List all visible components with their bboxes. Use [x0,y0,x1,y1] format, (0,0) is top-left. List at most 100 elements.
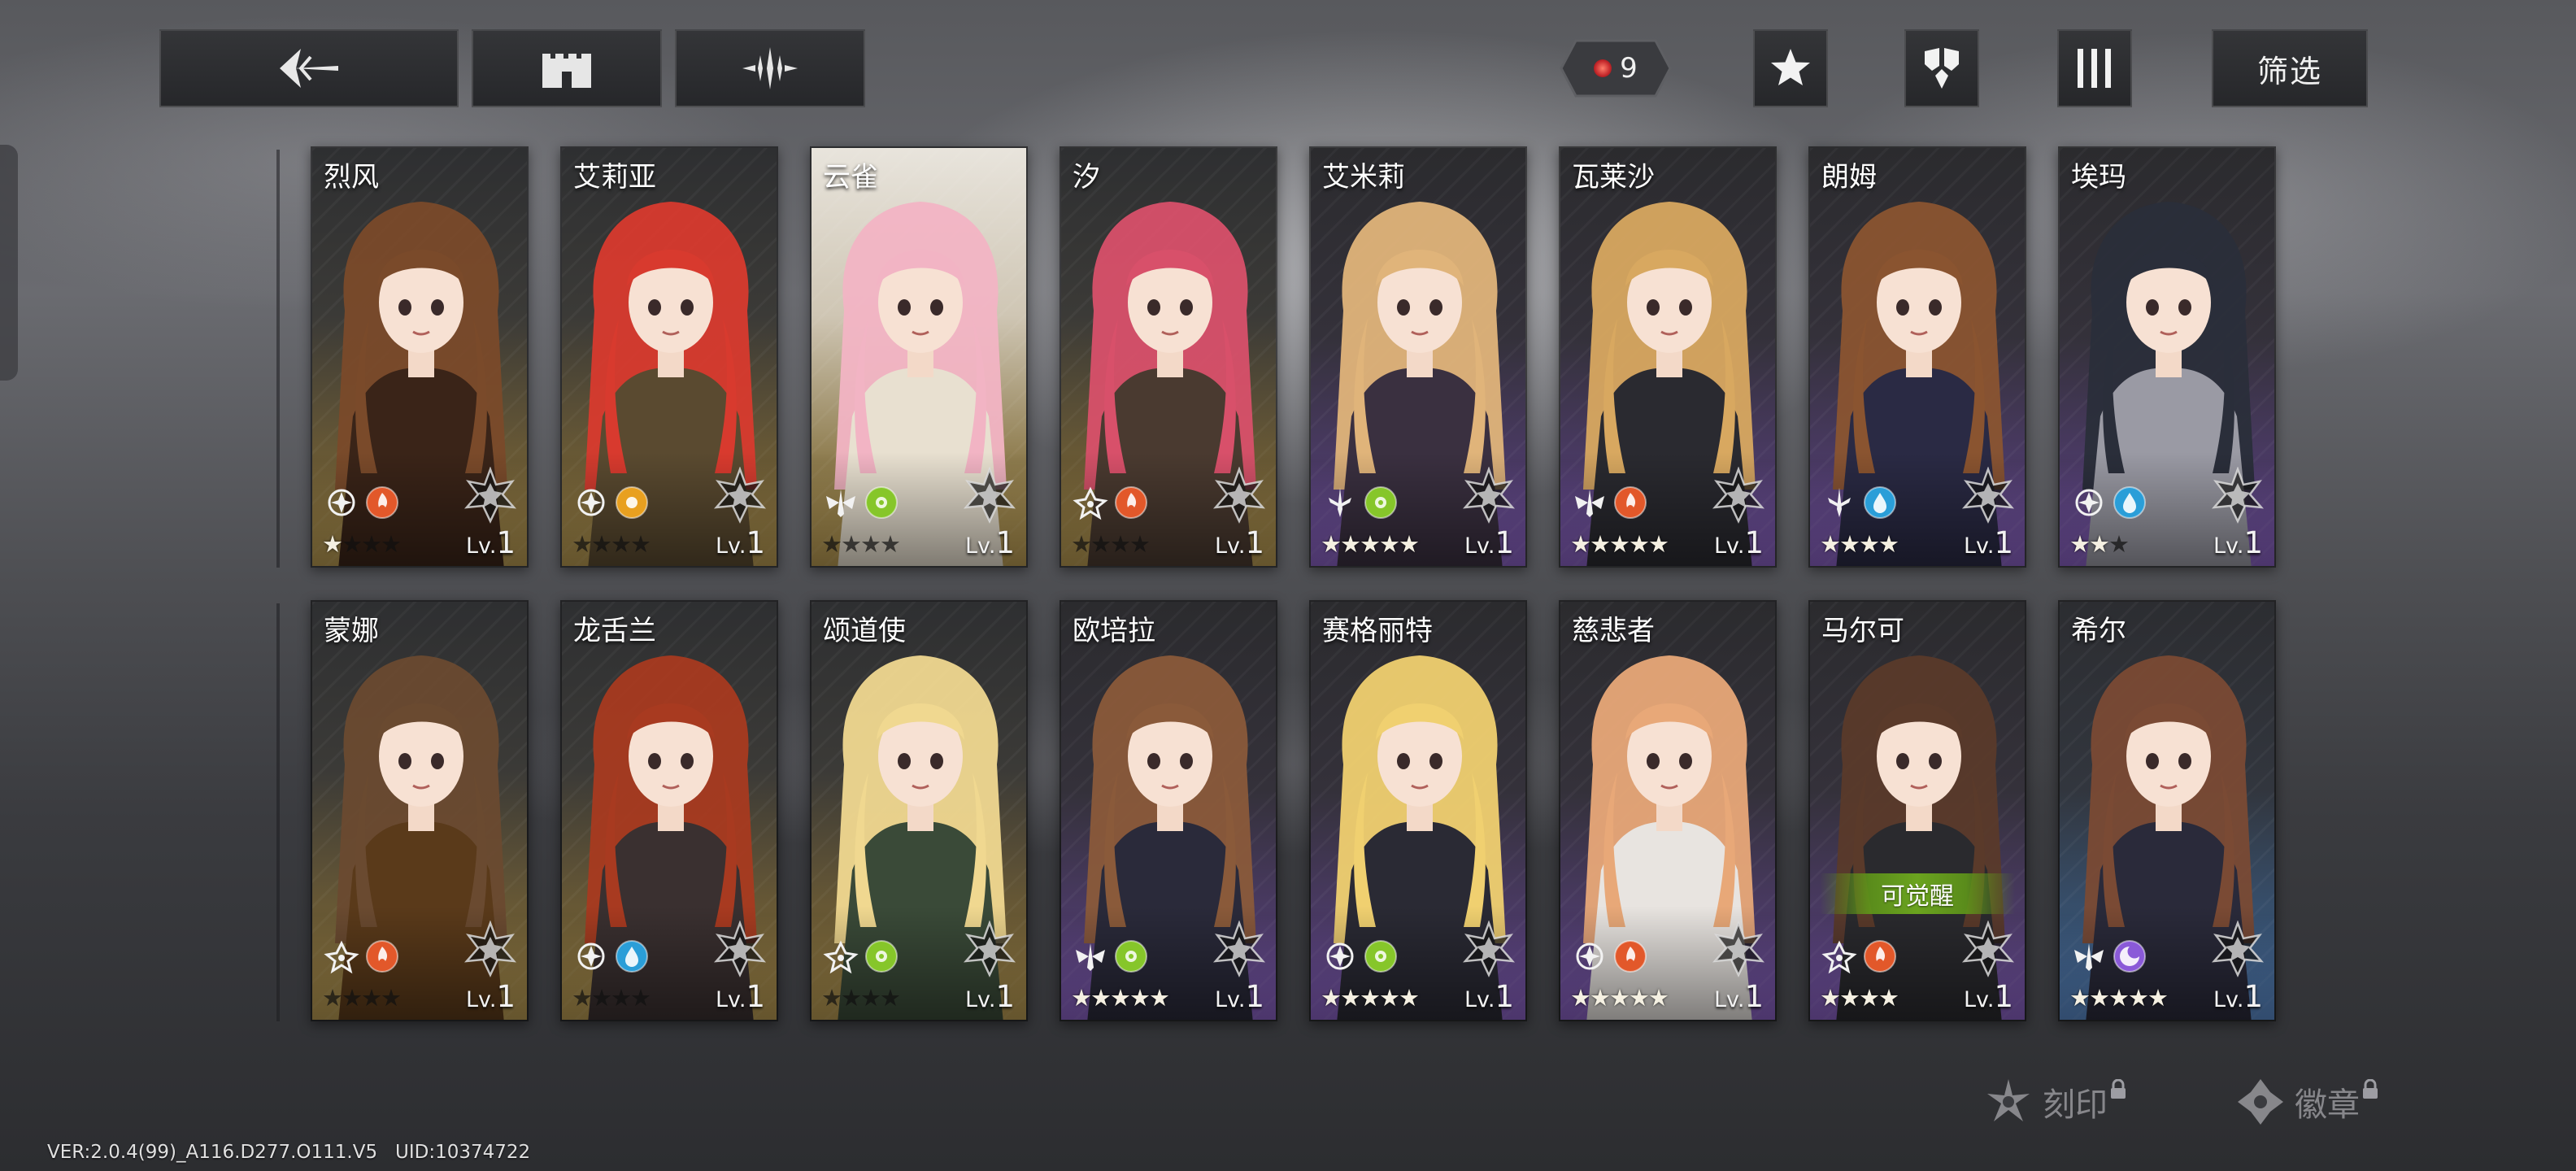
star-rating: ★★★★ [572,530,651,558]
rank-emblem-icon [1710,920,1767,977]
faction-icon [1073,485,1108,520]
star-icon: ★ [1878,530,1899,558]
columns-button[interactable] [2057,29,2132,107]
star-icon: ★ [1839,530,1860,558]
star-icon: ★ [1321,984,1342,1012]
level-indicator: Lv.1 [716,528,765,558]
level-prefix: Lv. [2213,533,2244,559]
level-value: 1 [1495,525,1514,560]
star-icon: ★ [381,984,402,1012]
character-name: 颂道使 [823,615,906,647]
faction-icon [2071,938,2107,974]
engrave-label: 刻印 [2043,1086,2108,1124]
star-rating: ★★★★ [322,533,402,556]
character-card[interactable]: 朗姆 ★★★★ Lv.1 [1808,146,2026,568]
character-name: 瓦莱沙 [1572,161,1655,194]
back-arrow-icon [280,49,338,88]
back-button[interactable] [159,29,459,107]
fire-element-icon [1612,938,1648,974]
star-icon: ★ [572,984,593,1012]
resource-badge[interactable]: 9 [1560,37,1672,99]
side-drawer-tab[interactable] [0,145,18,381]
star-icon: ★ [1399,530,1420,558]
level-indicator: Lv.1 [2213,528,2263,558]
star-rating: ★★★★★ [2069,984,2169,1012]
star-icon: ★ [630,984,651,1012]
level-value: 1 [1245,979,1264,1014]
character-card[interactable]: 埃玛 ★★★ Lv.1 [2058,146,2276,568]
level-value: 1 [746,979,765,1014]
character-card[interactable]: 希尔 ★★★★★ Lv.1 [2058,600,2276,1021]
star-icon: ★ [1609,530,1630,558]
level-value: 1 [1994,979,2013,1014]
character-card[interactable]: 颂道使 ★★★★ Lv.1 [810,600,1028,1021]
level-value: 1 [2243,525,2263,560]
star-icon: ★ [1629,530,1650,558]
star-icon: ★ [1129,530,1151,558]
filter-label: 筛选 [2256,53,2322,89]
level-value: 1 [1245,525,1264,560]
character-card[interactable]: 烈风 ★★★★ Lv.1 [311,146,529,568]
filter-button[interactable]: 筛选 [2212,29,2368,107]
level-indicator: Lv.1 [965,982,1015,1012]
star-icon: ★ [1859,984,1880,1012]
star-icon: ★ [1379,530,1400,558]
character-card[interactable]: 龙舌兰 ★★★★ Lv.1 [560,600,778,1021]
level-value: 1 [1744,979,1764,1014]
character-card[interactable]: 蒙娜 ★★★★ Lv.1 [311,600,529,1021]
star-sort-button[interactable] [1753,29,1828,107]
level-indicator: Lv.1 [1964,982,2013,1012]
character-card[interactable]: 云雀 ★★★★ Lv.1 [810,146,1028,568]
character-card[interactable]: 慈悲者 ★★★★★ Lv.1 [1559,600,1777,1021]
star-rating: ★★★★ [1071,530,1151,558]
star-icon: ★ [611,984,632,1012]
character-card[interactable]: 欧培拉 ★★★★★ Lv.1 [1060,600,1277,1021]
character-name: 汐 [1073,161,1100,194]
character-card[interactable]: 汐 ★★★★ Lv.1 [1060,146,1277,568]
character-card[interactable]: 赛格丽特 ★★★★★ Lv.1 [1309,600,1527,1021]
character-name: 烈风 [324,161,379,194]
level-prefix: Lv. [2213,987,2244,1012]
faction-icon [573,938,609,974]
level-prefix: Lv. [1963,987,1995,1012]
level-indicator: Lv.1 [1714,982,1764,1012]
poison-element-icon [1363,938,1399,974]
poison-element-icon [864,485,899,520]
class-sort-button[interactable] [1904,29,1979,107]
fire-element-icon [364,485,400,520]
faction-icon [1821,485,1857,520]
star-icon: ★ [630,530,651,558]
character-card[interactable]: 艾莉亚 ★★★★ Lv.1 [560,146,778,568]
engrave-button[interactable]: 刻印 [1982,1072,2127,1132]
rank-emblem-icon [1710,466,1767,524]
character-name: 欧培拉 [1073,615,1155,647]
character-card[interactable]: 瓦莱沙 ★★★★★ Lv.1 [1559,146,1777,568]
badge-button[interactable]: 徽章 [2234,1072,2379,1132]
character-name: 艾莉亚 [573,161,656,194]
star-icon: ★ [1820,984,1841,1012]
star-rating: ★★★★★ [1570,530,1669,558]
level-prefix: Lv. [1214,533,1246,559]
star-icon: ★ [1110,530,1131,558]
red-gem-icon [1594,59,1612,77]
star-icon [1771,49,1810,85]
star-icon: ★ [821,984,842,1012]
level-prefix: Lv. [964,533,996,559]
tuning-button[interactable] [675,29,865,107]
water-element-icon [2112,485,2147,520]
star-icon: ★ [2128,984,2149,1012]
level-indicator: Lv.1 [1964,528,2013,558]
character-name: 蒙娜 [324,615,379,647]
level-prefix: Lv. [1464,987,1495,1012]
star-icon: ★ [322,984,343,1012]
version-text: VER:2.0.4(99)_A116.D277.O111.V5 UID:1037… [47,1142,531,1163]
character-card[interactable]: 马尔可 可觉醒 ★★★★ Lv.1 [1808,600,2026,1021]
star-icon: ★ [1609,984,1630,1012]
character-name: 云雀 [823,161,878,194]
star-icon: ★ [1321,530,1342,558]
fire-element-icon [1612,485,1648,520]
fire-element-icon [1113,485,1149,520]
star-icon: ★ [880,984,901,1012]
base-button[interactable] [472,29,662,107]
character-card[interactable]: 艾米莉 ★★★★★ Lv.1 [1309,146,1527,568]
